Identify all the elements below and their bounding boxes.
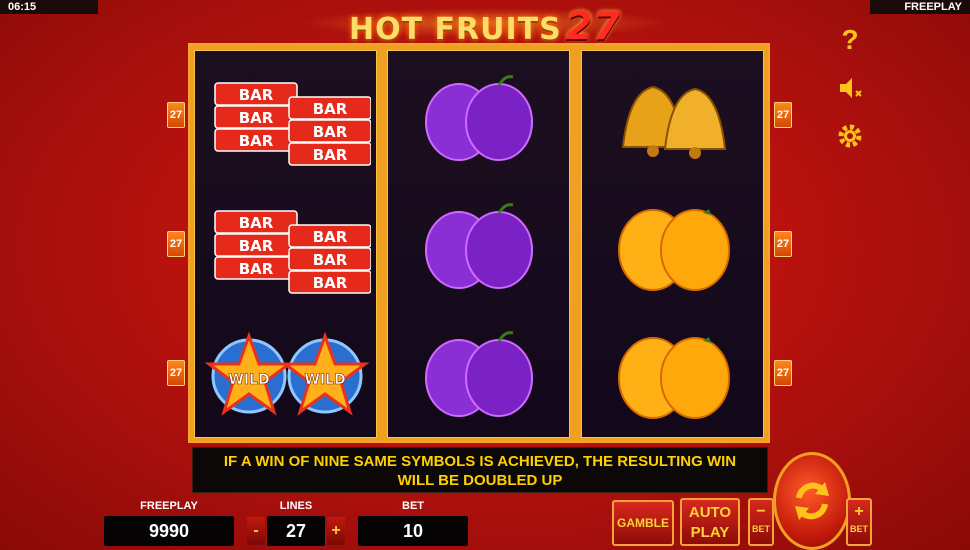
symbol-plum <box>388 309 569 437</box>
reel-2 <box>387 50 570 438</box>
bet-plus-label: BET <box>850 524 868 534</box>
svg-text:BAR: BAR <box>238 109 273 127</box>
logo-number: 27 <box>566 4 622 48</box>
line-badge-right-1: 27 <box>774 102 792 128</box>
lines-minus-button[interactable]: - <box>247 517 265 545</box>
symbol-bar: BAR BAR BAR BAR BAR BAR <box>195 181 376 309</box>
autoplay-label-1: AUTO <box>688 504 732 521</box>
svg-text:BAR: BAR <box>238 214 273 232</box>
svg-text:BAR: BAR <box>238 237 273 255</box>
svg-text:BAR: BAR <box>312 274 347 292</box>
lines-plus-button[interactable]: + <box>327 517 345 545</box>
balance-display: 9990 <box>104 516 234 546</box>
message-line-1: IF A WIN OF NINE SAME SYMBOLS IS ACHIEVE… <box>223 453 737 470</box>
svg-text:WILD: WILD <box>304 372 345 388</box>
svg-text:BAR: BAR <box>312 100 347 118</box>
reel-3 <box>581 50 764 438</box>
spin-button[interactable] <box>773 452 851 550</box>
bet-minus-button[interactable]: − BET <box>748 498 774 546</box>
speaker-muted-icon <box>840 78 862 98</box>
reels-frame: BAR BAR BAR BAR BAR BAR BAR BAR BAR BAR … <box>188 43 770 443</box>
line-badge-right-3: 27 <box>774 360 792 386</box>
settings-button[interactable] <box>834 120 866 152</box>
clock: 06:15 <box>0 0 98 14</box>
lines-label: LINES <box>279 500 313 512</box>
bet-label: BET <box>402 500 424 512</box>
svg-text:BAR: BAR <box>312 146 347 164</box>
line-badge-left-3: 27 <box>167 360 185 386</box>
line-badge-right-2: 27 <box>774 231 792 257</box>
spin-arrows-icon <box>795 482 829 520</box>
message-line-2: WILL BE DOUBLED UP <box>397 472 563 489</box>
svg-text:BAR: BAR <box>238 132 273 150</box>
info-message: IF A WIN OF NINE SAME SYMBOLS IS ACHIEVE… <box>192 447 768 493</box>
sound-button[interactable] <box>834 72 866 104</box>
autoplay-label-2: PLAY <box>690 524 730 541</box>
plus-icon: + <box>854 503 864 520</box>
svg-text:WILD: WILD <box>228 372 269 388</box>
lines-display: 27 <box>267 516 325 546</box>
game-logo: HOT FRUITS 27 <box>300 0 670 48</box>
svg-text:BAR: BAR <box>312 228 347 246</box>
logo-title: HOT FRUITS <box>348 12 562 47</box>
bet-plus-button[interactable]: + BET <box>846 498 872 546</box>
symbol-plum <box>388 53 569 181</box>
symbol-orange <box>582 309 763 437</box>
gamble-button[interactable]: GAMBLE <box>612 500 674 546</box>
question-icon: ? <box>841 24 859 55</box>
minus-icon: − <box>756 503 766 520</box>
help-button[interactable]: ? <box>834 24 866 56</box>
svg-text:BAR: BAR <box>312 123 347 141</box>
symbol-bell <box>582 53 763 181</box>
line-badge-left-2: 27 <box>167 231 185 257</box>
mode-indicator: FREEPLAY <box>870 0 970 14</box>
bet-minus-label: BET <box>752 524 770 534</box>
freeplay-label: FREEPLAY <box>140 500 198 512</box>
symbol-wild: WILD WILD <box>195 309 376 437</box>
svg-text:BAR: BAR <box>238 86 273 104</box>
autoplay-button[interactable]: AUTO PLAY <box>680 498 740 546</box>
line-badge-left-1: 27 <box>167 102 185 128</box>
symbol-bar: BAR BAR BAR BAR BAR BAR <box>195 53 376 181</box>
symbol-plum <box>388 181 569 309</box>
reel-1: BAR BAR BAR BAR BAR BAR BAR BAR BAR BAR … <box>194 50 377 438</box>
svg-text:BAR: BAR <box>312 251 347 269</box>
bet-display: 10 <box>358 516 468 546</box>
symbol-orange <box>582 181 763 309</box>
svg-text:BAR: BAR <box>238 260 273 278</box>
gear-icon <box>838 124 862 148</box>
